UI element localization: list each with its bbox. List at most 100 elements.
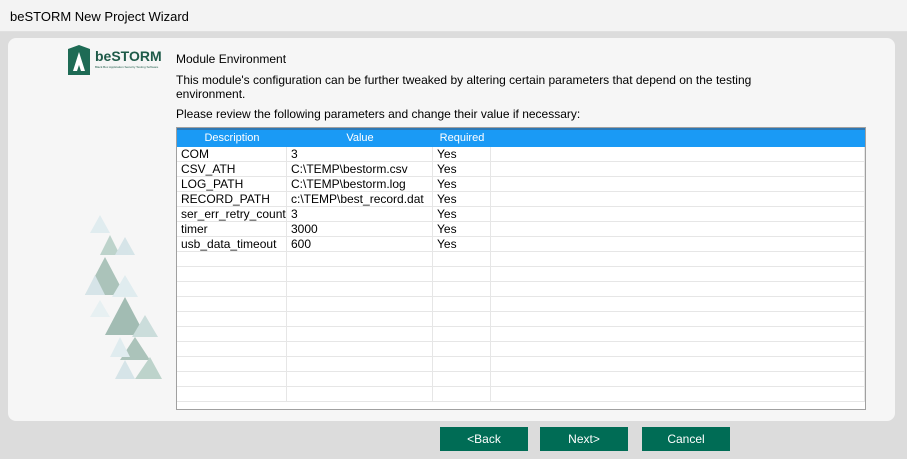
cell-description[interactable]: RECORD_PATH xyxy=(177,192,287,206)
cell-empty[interactable] xyxy=(491,387,865,401)
parameters-table[interactable]: Description Value Required COM 3 Yes CSV_AT… xyxy=(176,127,866,410)
cell-required[interactable] xyxy=(433,312,491,326)
cell-value[interactable]: 3000 xyxy=(287,222,433,236)
cell-value[interactable]: C:\TEMP\bestorm.log xyxy=(287,177,433,191)
table-row[interactable] xyxy=(177,357,865,372)
cancel-button[interactable]: Cancel xyxy=(642,427,730,451)
cell-value[interactable] xyxy=(287,297,433,311)
table-header: Description Value Required xyxy=(177,128,865,147)
cell-required[interactable]: Yes xyxy=(433,177,491,191)
cell-value[interactable] xyxy=(287,357,433,371)
cell-value[interactable]: 3 xyxy=(287,207,433,221)
cell-description[interactable] xyxy=(177,267,287,281)
cell-required[interactable] xyxy=(433,267,491,281)
table-row[interactable]: usb_data_timeout 600 Yes xyxy=(177,237,865,252)
cell-description[interactable]: CSV_ATH xyxy=(177,162,287,176)
cell-required[interactable] xyxy=(433,297,491,311)
logo-tagline: Black Box Application Security Testing S… xyxy=(95,65,159,69)
cell-required[interactable] xyxy=(433,372,491,386)
table-row[interactable]: CSV_ATH C:\TEMP\bestorm.csv Yes xyxy=(177,162,865,177)
cell-value[interactable]: C:\TEMP\bestorm.csv xyxy=(287,162,433,176)
table-row[interactable]: COM 3 Yes xyxy=(177,147,865,162)
table-row[interactable]: LOG_PATH C:\TEMP\bestorm.log Yes xyxy=(177,177,865,192)
cell-description[interactable] xyxy=(177,357,287,371)
cell-value[interactable] xyxy=(287,372,433,386)
next-button[interactable]: Next> xyxy=(540,427,628,451)
cell-empty[interactable] xyxy=(491,342,865,356)
window-title: beSTORM New Project Wizard xyxy=(10,9,189,24)
cell-value[interactable] xyxy=(287,342,433,356)
table-row[interactable] xyxy=(177,312,865,327)
cell-description[interactable] xyxy=(177,252,287,266)
cell-empty[interactable] xyxy=(491,372,865,386)
section-description: This module's configuration can be furth… xyxy=(176,73,752,101)
table-row[interactable]: timer 3000 Yes xyxy=(177,222,865,237)
cell-value[interactable]: 3 xyxy=(287,147,433,161)
table-row[interactable] xyxy=(177,327,865,342)
back-button[interactable]: <Back xyxy=(440,427,528,451)
cell-empty[interactable] xyxy=(491,267,865,281)
cell-empty[interactable] xyxy=(491,177,865,191)
cell-required[interactable] xyxy=(433,252,491,266)
cell-required[interactable] xyxy=(433,357,491,371)
section-instruction: Please review the following parameters a… xyxy=(176,107,581,121)
table-row[interactable] xyxy=(177,387,865,402)
cell-empty[interactable] xyxy=(491,192,865,206)
cell-empty[interactable] xyxy=(491,357,865,371)
cell-empty[interactable] xyxy=(491,147,865,161)
column-header-required[interactable]: Required xyxy=(433,130,491,147)
cell-description[interactable] xyxy=(177,327,287,341)
cell-empty[interactable] xyxy=(491,162,865,176)
cell-empty[interactable] xyxy=(491,207,865,221)
cell-empty[interactable] xyxy=(491,327,865,341)
cell-required[interactable] xyxy=(433,342,491,356)
cell-required[interactable] xyxy=(433,282,491,296)
cell-empty[interactable] xyxy=(491,297,865,311)
cell-required[interactable] xyxy=(433,387,491,401)
cell-empty[interactable] xyxy=(491,312,865,326)
cell-empty[interactable] xyxy=(491,252,865,266)
cell-required[interactable] xyxy=(433,327,491,341)
table-row[interactable]: RECORD_PATH c:\TEMP\best_record.dat Yes xyxy=(177,192,865,207)
table-row[interactable] xyxy=(177,282,865,297)
cell-value[interactable]: 600 xyxy=(287,237,433,251)
column-header-description[interactable]: Description xyxy=(177,130,287,147)
cell-value[interactable] xyxy=(287,312,433,326)
section-heading: Module Environment xyxy=(176,52,287,66)
bestorm-logo: beSTORM Black Box Application Security T… xyxy=(68,45,162,75)
cell-description[interactable] xyxy=(177,372,287,386)
cell-description[interactable] xyxy=(177,387,287,401)
table-row[interactable] xyxy=(177,342,865,357)
decorative-triangles-icon xyxy=(85,215,162,379)
cell-value[interactable] xyxy=(287,252,433,266)
cell-required[interactable]: Yes xyxy=(433,207,491,221)
cell-required[interactable]: Yes xyxy=(433,162,491,176)
cell-description[interactable] xyxy=(177,282,287,296)
cell-description[interactable] xyxy=(177,342,287,356)
cell-description[interactable]: LOG_PATH xyxy=(177,177,287,191)
cell-required[interactable]: Yes xyxy=(433,237,491,251)
table-row[interactable] xyxy=(177,297,865,312)
cell-empty[interactable] xyxy=(491,222,865,236)
cell-value[interactable] xyxy=(287,327,433,341)
cell-value[interactable] xyxy=(287,282,433,296)
table-row[interactable] xyxy=(177,372,865,387)
table-row[interactable]: ser_err_retry_count 3 Yes xyxy=(177,207,865,222)
cell-value[interactable]: c:\TEMP\best_record.dat xyxy=(287,192,433,206)
cell-description[interactable]: timer xyxy=(177,222,287,236)
cell-description[interactable]: usb_data_timeout xyxy=(177,237,287,251)
column-header-value[interactable]: Value xyxy=(287,130,433,147)
cell-required[interactable]: Yes xyxy=(433,147,491,161)
cell-description[interactable] xyxy=(177,312,287,326)
table-row[interactable] xyxy=(177,267,865,282)
cell-required[interactable]: Yes xyxy=(433,222,491,236)
cell-description[interactable] xyxy=(177,297,287,311)
cell-description[interactable]: ser_err_retry_count xyxy=(177,207,287,221)
cell-empty[interactable] xyxy=(491,282,865,296)
cell-required[interactable]: Yes xyxy=(433,192,491,206)
cell-value[interactable] xyxy=(287,267,433,281)
cell-description[interactable]: COM xyxy=(177,147,287,161)
cell-value[interactable] xyxy=(287,387,433,401)
cell-empty[interactable] xyxy=(491,237,865,251)
table-row[interactable] xyxy=(177,252,865,267)
